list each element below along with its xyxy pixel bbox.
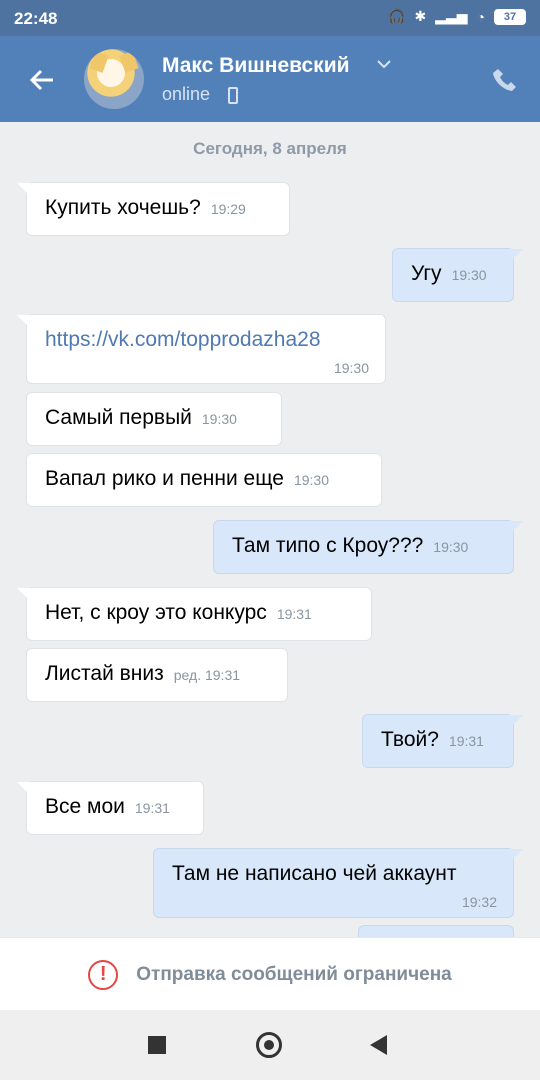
back-arrow-icon[interactable] — [28, 66, 56, 94]
signal-icon: ▂▃▅ — [435, 8, 468, 24]
message-time: 19:31 — [448, 733, 484, 749]
mobile-icon — [228, 87, 238, 104]
message-text: Угу — [411, 262, 442, 285]
message-incoming[interactable]: Листай вниз ред. 19:31 — [26, 648, 288, 702]
wifi-icon: ◔ — [476, 8, 485, 25]
message-link[interactable]: https://vk.com/topprodazha28 — [45, 328, 321, 351]
battery-icon: 37 — [494, 8, 526, 25]
avatar[interactable] — [84, 49, 144, 109]
message-text: Твой? — [381, 728, 439, 751]
message-time: 19:30 — [451, 267, 487, 283]
nav-home-icon[interactable] — [256, 1032, 282, 1058]
message-text: Вапал рико и пенни еще — [45, 467, 284, 490]
message-incoming[interactable]: Купить хочешь? 19:29 — [17, 182, 290, 236]
bluetooth-icon: ✱ — [414, 8, 427, 24]
message-text: Там типо с Кроу??? — [232, 534, 424, 557]
message-incoming[interactable]: Самый первый 19:30 — [26, 392, 282, 446]
restricted-text: Отправка сообщений ограничена — [136, 963, 452, 985]
message-time: 19:30 — [293, 472, 329, 488]
message-outgoing[interactable]: Твой? 19:31 — [362, 714, 523, 768]
headphones-icon: 🎧 — [388, 8, 406, 24]
contact-name[interactable]: Макс Вишневский — [162, 54, 350, 78]
message-time: 19:32 — [461, 894, 497, 910]
nav-back-icon[interactable] — [370, 1035, 387, 1055]
messages-restricted-bar: ! Отправка сообщений ограничена — [0, 937, 540, 1011]
message-incoming[interactable]: Вапал рико и пенни еще 19:30 — [26, 453, 382, 507]
status-time: 22:48 — [14, 9, 58, 28]
message-time: 19:30 — [433, 539, 469, 555]
status-bar: 22:48 🎧 ✱ ▂▃▅ ◔ 37 — [0, 0, 540, 36]
android-navigation-bar — [0, 1010, 540, 1080]
message-outgoing[interactable]: Там типо с Кроу??? 19:30 — [213, 520, 523, 574]
chevron-down-icon[interactable] — [377, 60, 391, 70]
message-time: 19:31 — [276, 606, 312, 622]
message-time: 19:31 — [134, 800, 170, 816]
message-time: ред. 19:31 — [173, 667, 241, 683]
warning-icon: ! — [88, 959, 119, 990]
message-text: Там не написано чей аккаунт — [172, 862, 457, 885]
message-incoming[interactable]: Нет, с кроу это конкурс 19:31 — [17, 587, 372, 641]
message-time: 19:30 — [333, 360, 369, 376]
message-text: Нет, с кроу это конкурс — [45, 601, 267, 624]
online-status: online — [162, 84, 211, 104]
message-time: 19:30 — [201, 411, 237, 427]
chat-header: Макс Вишневский online — [0, 36, 540, 122]
message-text: Купить хочешь? — [45, 196, 201, 219]
message-text: Все мои — [45, 795, 125, 818]
message-time: 19:29 — [210, 201, 246, 217]
message-outgoing[interactable]: Там не написано чей аккаунт 19:32 — [153, 848, 523, 918]
message-text: Самый первый — [45, 406, 192, 429]
message-incoming-link[interactable]: https://vk.com/topprodazha28 19:30 — [17, 314, 386, 384]
message-incoming[interactable]: Все мои 19:31 — [17, 781, 204, 835]
message-outgoing[interactable]: Угу 19:30 — [392, 248, 523, 302]
message-outgoing-partial[interactable] — [358, 925, 514, 937]
message-text: Листай вниз — [45, 662, 164, 685]
phone-icon[interactable] — [490, 66, 518, 94]
date-separator: Сегодня, 8 апреля — [193, 139, 347, 158]
nav-square-icon[interactable] — [148, 1036, 166, 1054]
